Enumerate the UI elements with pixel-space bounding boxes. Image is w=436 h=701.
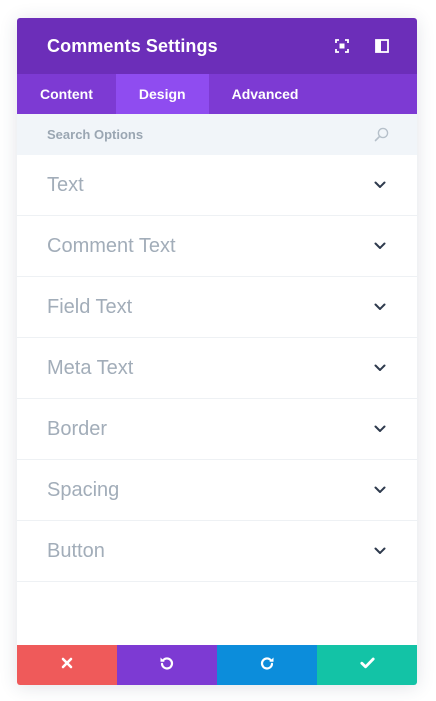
- panel-header: Comments Settings: [17, 18, 417, 74]
- section-field-text[interactable]: Field Text: [17, 277, 417, 338]
- tab-content[interactable]: Content: [17, 74, 116, 114]
- redo-icon: [259, 655, 275, 676]
- search-bar: [17, 114, 417, 155]
- chevron-down-icon: [373, 483, 387, 497]
- settings-section-list: Text Comment Text Field Text Meta Text B…: [17, 155, 417, 582]
- chevron-down-icon: [373, 178, 387, 192]
- section-spacing[interactable]: Spacing: [17, 460, 417, 521]
- section-label: Text: [47, 173, 84, 196]
- settings-panel: Comments Settings Content Design Advance…: [17, 18, 417, 685]
- section-border[interactable]: Border: [17, 399, 417, 460]
- section-label: Spacing: [47, 478, 120, 501]
- sidebar-toggle-icon[interactable]: [371, 35, 393, 57]
- cancel-button[interactable]: [17, 645, 117, 685]
- section-label: Field Text: [47, 295, 133, 318]
- tab-bar: Content Design Advanced: [17, 74, 417, 114]
- search-input[interactable]: [47, 127, 373, 142]
- search-icon[interactable]: [373, 127, 389, 143]
- section-label: Button: [47, 539, 105, 562]
- undo-icon: [159, 655, 175, 676]
- tab-advanced[interactable]: Advanced: [209, 74, 322, 114]
- action-bar: [17, 645, 417, 685]
- section-label: Comment Text: [47, 234, 176, 257]
- chevron-down-icon: [373, 239, 387, 253]
- section-label: Border: [47, 417, 108, 440]
- chevron-down-icon: [373, 361, 387, 375]
- section-label: Meta Text: [47, 356, 134, 379]
- redo-button[interactable]: [217, 645, 317, 685]
- checkmark-icon: [359, 656, 375, 674]
- tab-design[interactable]: Design: [115, 74, 209, 114]
- save-button[interactable]: [317, 645, 417, 685]
- chevron-down-icon: [373, 422, 387, 436]
- chevron-down-icon: [373, 544, 387, 558]
- fullscreen-icon[interactable]: [331, 35, 353, 57]
- section-meta-text[interactable]: Meta Text: [17, 338, 417, 399]
- section-text[interactable]: Text: [17, 155, 417, 216]
- undo-button[interactable]: [117, 645, 217, 685]
- section-button[interactable]: Button: [17, 521, 417, 582]
- panel-title: Comments Settings: [47, 35, 218, 56]
- header-icons: [331, 35, 393, 57]
- section-comment-text[interactable]: Comment Text: [17, 216, 417, 277]
- chevron-down-icon: [373, 300, 387, 314]
- close-icon: [61, 656, 73, 674]
